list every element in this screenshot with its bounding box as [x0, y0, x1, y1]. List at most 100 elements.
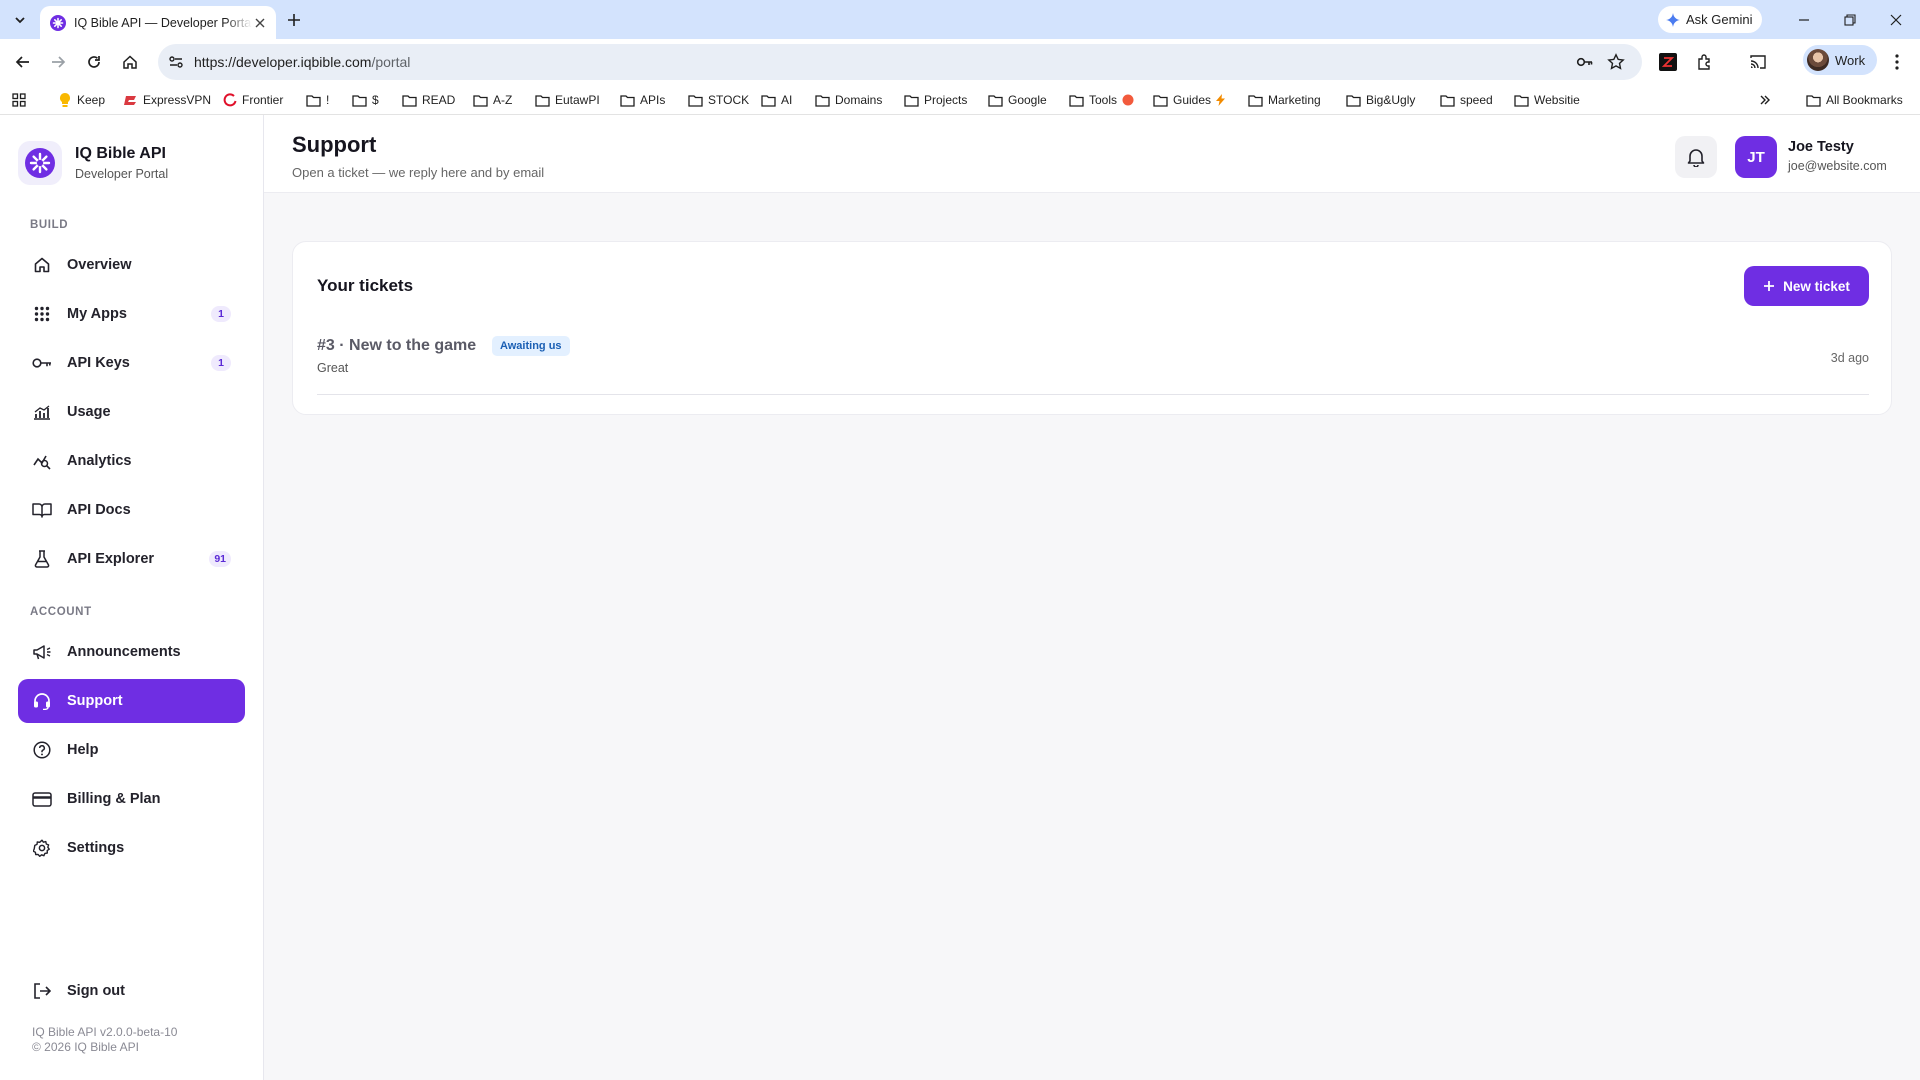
sign-out-label: Sign out [67, 983, 125, 999]
bookmark-folder[interactable]: Websitie [1514, 91, 1580, 109]
bookmark-expressvpn[interactable]: ExpressVPN [124, 91, 211, 109]
address-bar[interactable]: https://developer.iqbible.com/portal [158, 44, 1642, 80]
help-icon [32, 740, 52, 760]
bookmark-folder[interactable]: ! [306, 91, 329, 109]
bookmark-label: READ [422, 93, 456, 107]
bookmark-label: Big&Ugly [1366, 93, 1416, 107]
book-icon [32, 500, 52, 520]
home-icon [32, 255, 52, 275]
bookmark-folder[interactable]: $ [352, 91, 379, 109]
nav-item-api-explorer[interactable]: API Explorer 91 [18, 537, 245, 581]
restore-button[interactable] [1827, 0, 1873, 39]
key-icon [32, 353, 52, 373]
nav-item-analytics[interactable]: Analytics [18, 439, 245, 483]
apps-shortcut[interactable] [12, 91, 26, 109]
frontier-icon [223, 93, 237, 107]
gemini-sparkle-icon [1666, 12, 1680, 27]
bookmark-folder[interactable]: Guides [1153, 91, 1226, 109]
folder-icon [1440, 94, 1455, 107]
nav-item-overview[interactable]: Overview [18, 243, 245, 287]
bookmark-label: $ [372, 93, 379, 107]
nav-item-api-keys[interactable]: API Keys 1 [18, 341, 245, 385]
bookmark-label: Guides [1173, 93, 1212, 107]
bookmark-folder[interactable]: Big&Ugly [1346, 91, 1415, 109]
folder-icon [988, 94, 1003, 107]
extension-z-button[interactable] [1653, 47, 1683, 77]
back-arrow-icon [15, 56, 29, 68]
cast-button[interactable] [1743, 47, 1773, 77]
folder-icon [402, 94, 417, 107]
extensions-button[interactable] [1690, 47, 1720, 77]
bookmark-folder[interactable]: Projects [904, 91, 967, 109]
nav-item-api-docs[interactable]: API Docs [18, 488, 245, 532]
folder-icon [1806, 94, 1821, 107]
folder-icon [306, 94, 321, 107]
close-window-button[interactable] [1873, 0, 1919, 39]
folder-icon [904, 94, 919, 107]
bookmark-folder[interactable]: READ [402, 91, 455, 109]
bookmark-star-icon[interactable] [1605, 51, 1627, 73]
password-key-icon[interactable] [1574, 51, 1596, 73]
url-host: https://developer.iqbible.com [194, 54, 372, 70]
folder-icon [1069, 94, 1084, 107]
profile-button[interactable]: Work [1803, 45, 1878, 75]
ticket-time: 3d ago [1830, 351, 1869, 365]
sign-out-button[interactable]: Sign out [18, 969, 245, 1013]
folder-icon [1248, 94, 1263, 107]
site-info-icon[interactable] [166, 52, 186, 72]
new-ticket-button[interactable]: New ticket [1744, 266, 1869, 306]
portal-app: IQ Bible API Developer Portal BUILD Over… [0, 115, 1920, 1080]
forward-button[interactable] [43, 47, 73, 77]
bookmark-label: Frontier [242, 93, 284, 107]
user-avatar[interactable]: JT [1735, 136, 1777, 178]
folder-icon [815, 94, 830, 107]
bookmark-frontier[interactable]: Frontier [223, 91, 283, 109]
nav-item-label: Support [67, 693, 123, 709]
nav-item-label: My Apps [67, 306, 127, 322]
reload-button[interactable] [79, 47, 109, 77]
url-path: /portal [371, 54, 411, 70]
nav-item-help[interactable]: Help [18, 728, 245, 772]
bookmark-folder[interactable]: APIs [620, 91, 665, 109]
grid-icon [32, 304, 52, 324]
more-bookmarks-button[interactable] [1759, 91, 1771, 109]
new-tab-button[interactable] [282, 8, 306, 32]
brand[interactable]: IQ Bible API Developer Portal [18, 141, 168, 185]
tab-search-button[interactable] [8, 8, 32, 32]
minimize-button[interactable] [1781, 0, 1827, 39]
back-button[interactable] [8, 47, 38, 77]
bookmark-label: APIs [640, 93, 666, 107]
nav-item-my-apps[interactable]: My Apps 1 [18, 292, 245, 336]
home-button[interactable] [115, 47, 145, 77]
bookmark-folder[interactable]: A-Z [473, 91, 512, 109]
favicon-icon [50, 14, 66, 31]
bookmark-folder[interactable]: STOCK [688, 91, 749, 109]
close-tab-icon[interactable] [252, 15, 268, 31]
bookmark-folder[interactable]: Domains [815, 91, 882, 109]
bookmark-folder[interactable]: speed [1440, 91, 1493, 109]
ask-gemini-button[interactable]: Ask Gemini [1658, 6, 1763, 33]
bookmark-folder[interactable]: Marketing [1248, 91, 1321, 109]
notifications-button[interactable] [1675, 136, 1717, 178]
brand-subtitle: Developer Portal [75, 167, 169, 181]
bookmark-label: AI [781, 93, 793, 107]
nav-item-settings[interactable]: Settings [18, 826, 245, 870]
browser-menu-button[interactable] [1882, 47, 1912, 77]
bookmark-folder[interactable]: Tools [1069, 91, 1134, 109]
nav-item-usage[interactable]: Usage [18, 390, 245, 434]
bookmark-keep[interactable]: Keep [58, 91, 105, 109]
ticket-row[interactable]: #3 · New to the game Awaiting us Great 3… [317, 332, 1869, 395]
bookmark-folder[interactable]: EutawPI [535, 91, 600, 109]
browser-tab[interactable]: IQ Bible API — Developer Portal [40, 6, 276, 39]
bookmark-folder[interactable]: Google [988, 91, 1047, 109]
nav-item-support[interactable]: Support [18, 679, 245, 723]
megaphone-icon [32, 642, 52, 662]
bookmark-label: Keep [77, 93, 106, 107]
nav-item-announcements[interactable]: Announcements [18, 630, 245, 674]
nav-item-label: Help [67, 742, 99, 758]
nav-item-billing[interactable]: Billing & Plan [18, 777, 245, 821]
all-bookmarks-button[interactable]: All Bookmarks [1806, 91, 1903, 109]
nav-section-build: BUILD [30, 219, 69, 231]
sign-out-icon [32, 981, 52, 1001]
bookmark-folder[interactable]: AI [761, 91, 792, 109]
